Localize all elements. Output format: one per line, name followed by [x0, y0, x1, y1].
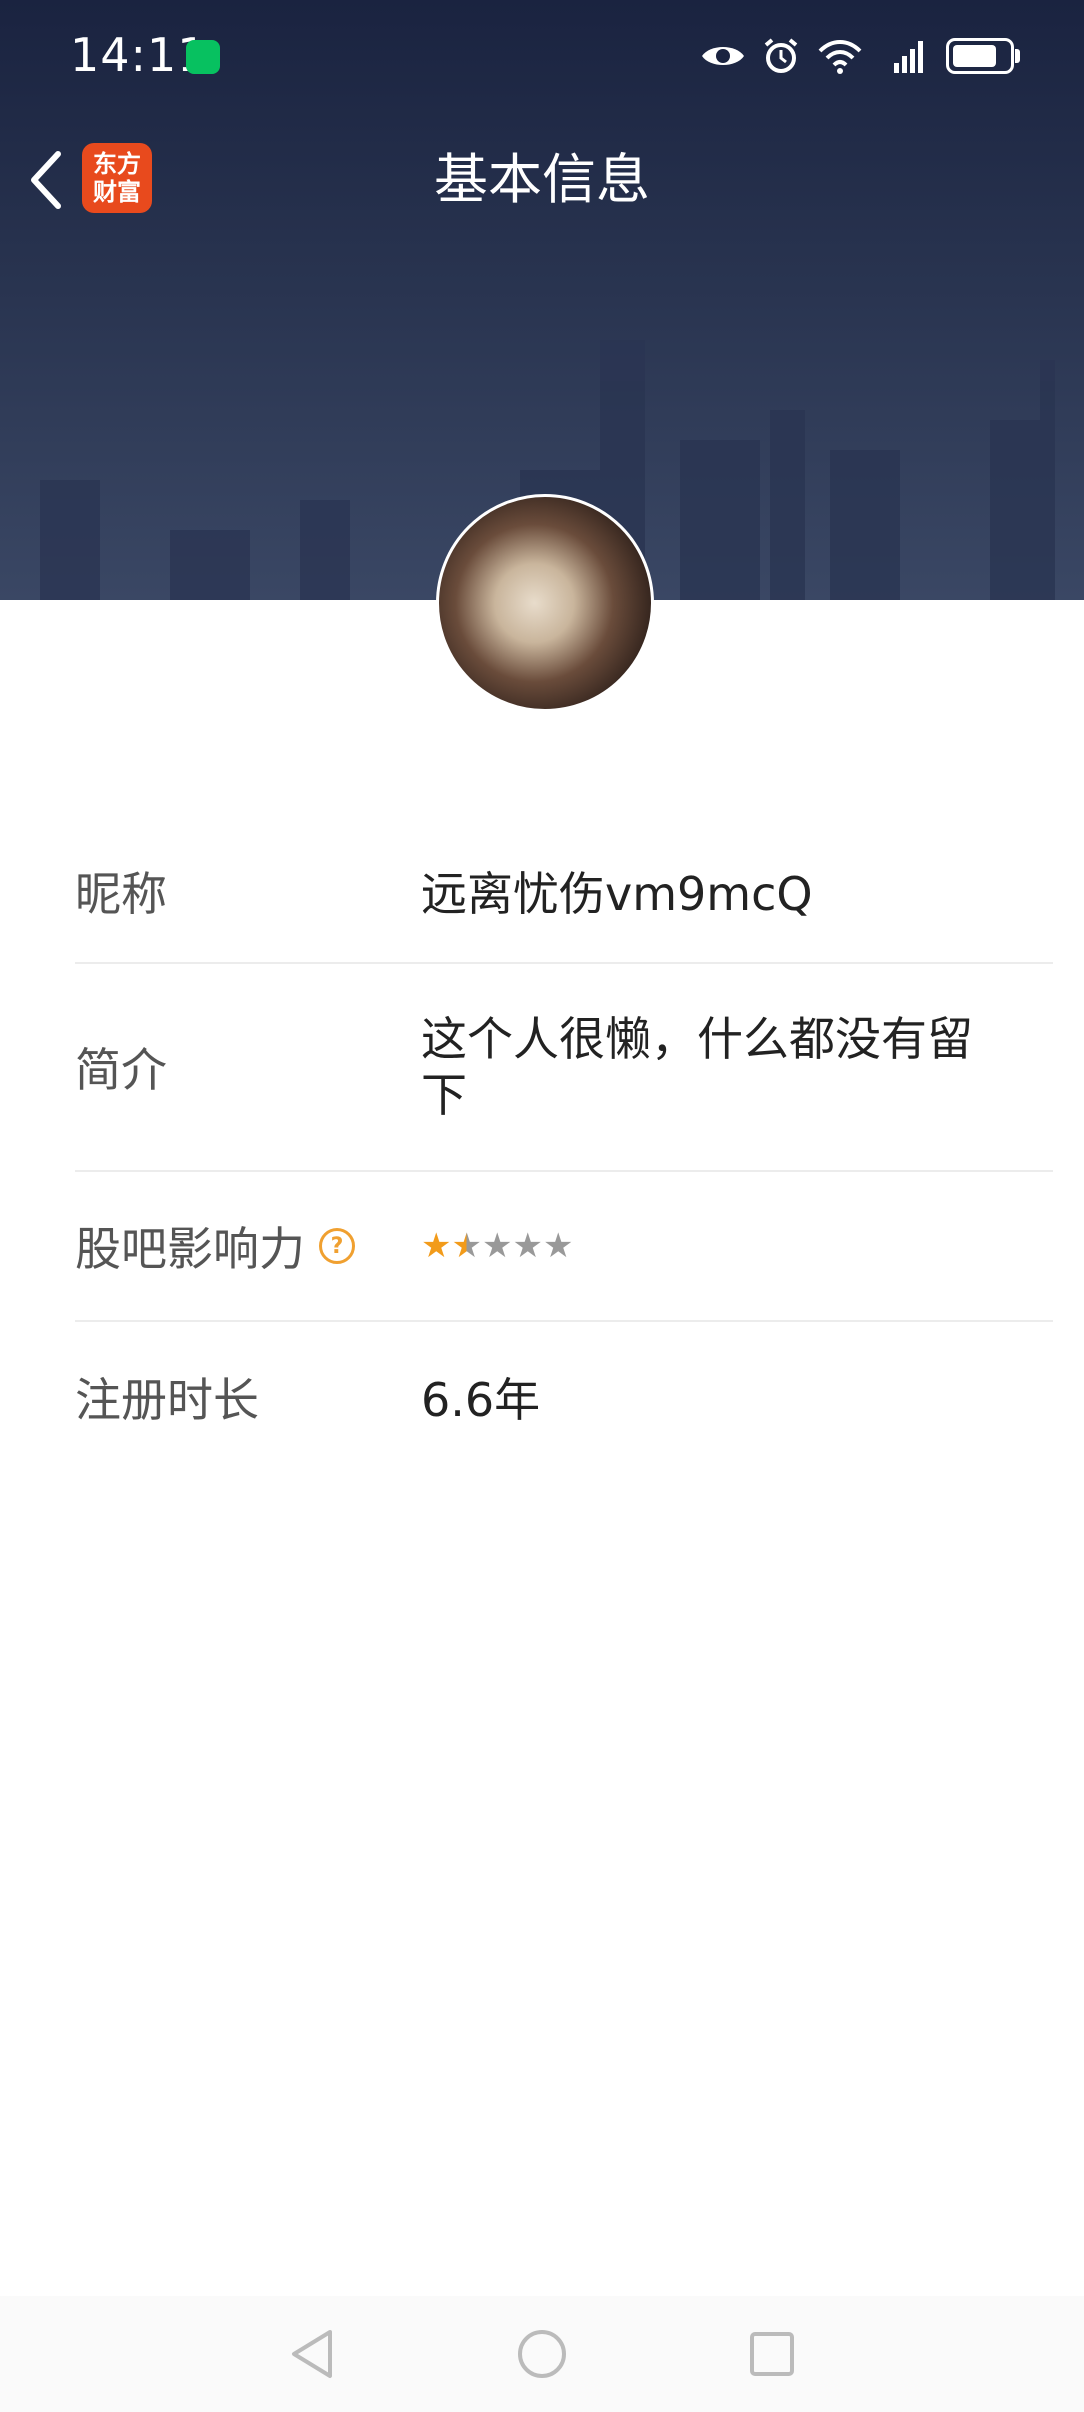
- circle-home-icon: [518, 2330, 566, 2378]
- row-influence: 股吧影响力 ? ★ ★ ★ ★ ★: [75, 1172, 1053, 1322]
- status-icons: [700, 34, 1020, 78]
- star-icon: ★: [421, 1226, 452, 1266]
- intro-value: 这个人很懒，什么都没有留下: [421, 1012, 973, 1122]
- influence-label: 股吧影响力: [75, 1222, 305, 1276]
- alarm-icon: [764, 38, 798, 73]
- registration-value: 6.6年: [421, 1373, 541, 1427]
- help-icon[interactable]: ?: [319, 1228, 355, 1264]
- nav-back-button[interactable]: [282, 2324, 342, 2384]
- 4g-signal-icon: [894, 41, 923, 73]
- star-icon: ★: [481, 1226, 513, 1266]
- row-intro: 简介 这个人很懒，什么都没有留下: [75, 964, 1053, 1172]
- battery-icon: [946, 38, 1020, 74]
- avatar[interactable]: [436, 494, 654, 712]
- row-nickname: 昵称 远离忧伤vm9mcQ: [75, 820, 1053, 964]
- nickname-value: 远离忧伤vm9mcQ: [421, 867, 813, 921]
- square-recents-icon: [750, 2332, 794, 2376]
- registration-label: 注册时长: [75, 1373, 259, 1427]
- star-icon: ★: [451, 1226, 482, 1266]
- wifi-icon: [818, 40, 862, 74]
- star-icon: ★: [542, 1226, 574, 1266]
- star-rating: ★ ★ ★ ★ ★: [421, 1226, 573, 1266]
- nav-home-button[interactable]: [512, 2324, 572, 2384]
- influence-label-wrap: 股吧影响力 ?: [75, 1172, 421, 1320]
- eye-icon: [702, 47, 744, 65]
- influence-rating: ★ ★ ★ ★ ★: [421, 1172, 1053, 1320]
- intro-label: 简介: [75, 1043, 167, 1097]
- row-registration: 注册时长 6.6年: [75, 1322, 1053, 1472]
- triangle-back-icon: [292, 2330, 332, 2378]
- star-icon: ★: [512, 1226, 543, 1266]
- nickname-label: 昵称: [75, 867, 167, 921]
- nav-recents-button[interactable]: [742, 2324, 802, 2384]
- system-navigation-bar: [0, 2296, 1084, 2412]
- wechat-icon: [186, 40, 220, 74]
- profile-info-list: 昵称 远离忧伤vm9mcQ 简介 这个人很懒，什么都没有留下 股吧影响力 ? ★…: [75, 820, 1053, 1472]
- status-bar: 14:11: [0, 0, 1084, 110]
- page-title: 基本信息: [434, 148, 650, 211]
